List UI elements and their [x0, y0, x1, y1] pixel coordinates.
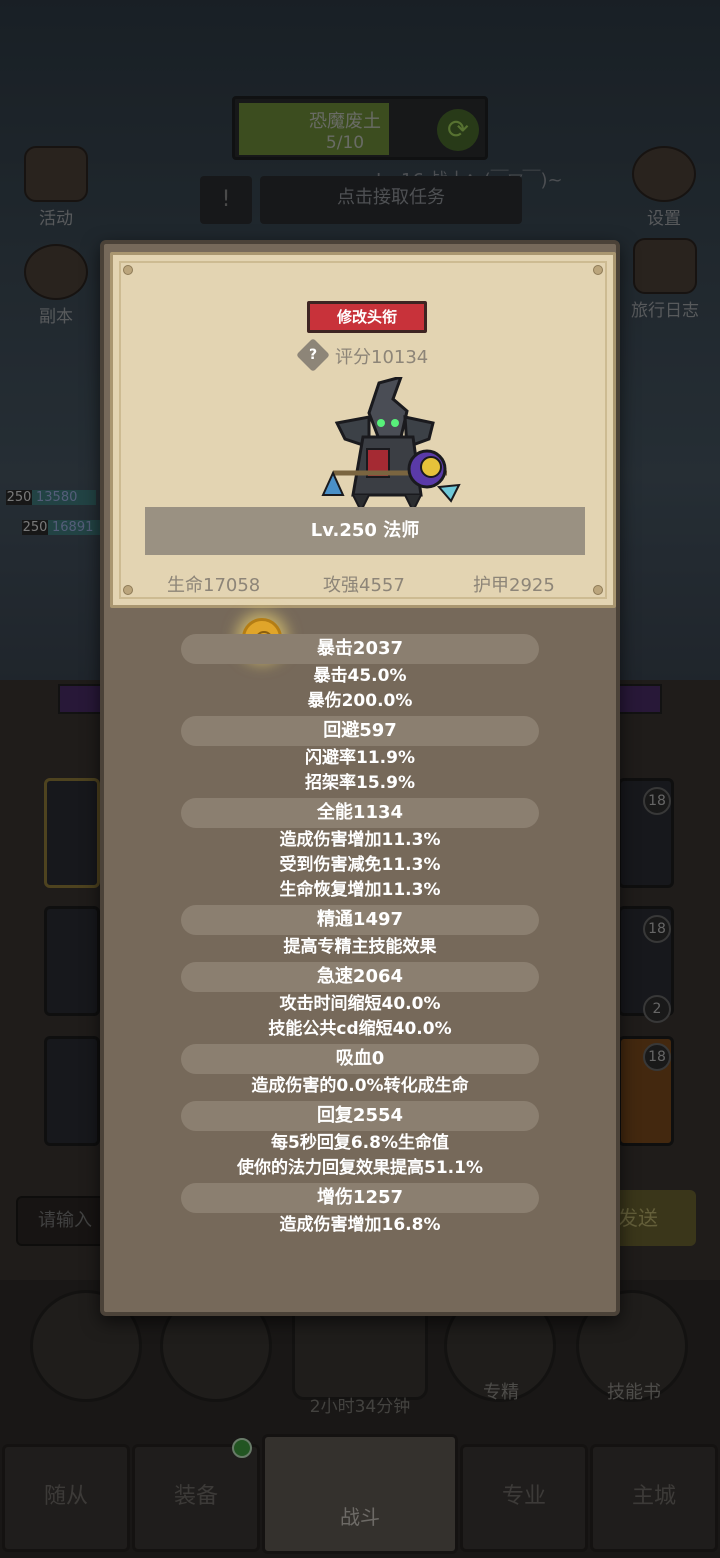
stat-heading: 吸血0: [181, 1044, 539, 1074]
hp-stat: 生命17058: [167, 575, 261, 596]
stat-line: 受到伤害减免11.3%: [279, 855, 441, 875]
help-icon[interactable]: ?: [296, 338, 330, 372]
stat-group-avoidance: 回避597 闪避率11.9% 招架率15.9%: [104, 716, 616, 796]
stat-line: 生命恢复增加11.3%: [279, 880, 441, 900]
score-text: 评分10134: [335, 347, 429, 368]
attack-stat: 攻强4557: [323, 575, 405, 596]
character-card: 修改头衔 ? 评分10134 Lv.250 法师 生命17058 攻强4557 …: [110, 252, 616, 608]
stat-group-crit: 暴击2037 暴击45.0% 暴伤200.0%: [104, 634, 616, 714]
stat-line: 每5秒回复6.8%生命值: [271, 1133, 449, 1153]
character-stats-panel: 修改头衔 ? 评分10134 Lv.250 法师 生命17058 攻强4557 …: [100, 240, 620, 1316]
stat-line: 造成伤害增加11.3%: [279, 830, 441, 850]
stat-group-regen: 回复2554 每5秒回复6.8%生命值 使你的法力回复效果提高51.1%: [104, 1101, 616, 1181]
rivet: [593, 265, 603, 275]
mage-character-sprite: [321, 377, 461, 514]
stat-line: 使你的法力回复效果提高51.1%: [237, 1158, 483, 1178]
stat-heading: 回复2554: [181, 1101, 539, 1131]
stat-group-versatility: 全能1134 造成伤害增加11.3% 受到伤害减免11.3% 生命恢复增加11.…: [104, 798, 616, 903]
stat-line: 招架率15.9%: [305, 773, 415, 793]
stat-heading: 增伤1257: [181, 1183, 539, 1213]
rivet: [123, 265, 133, 275]
help-glyph: ?: [308, 347, 318, 363]
stat-heading: 精通1497: [181, 905, 539, 935]
stat-heading: 急速2064: [181, 962, 539, 992]
stat-line: 暴伤200.0%: [307, 691, 413, 711]
stat-heading: 回避597: [181, 716, 539, 746]
stat-line: 技能公共cd缩短40.0%: [268, 1019, 452, 1039]
stat-line: 提高专精主技能效果: [283, 937, 437, 957]
stat-line: 攻击时间缩短40.0%: [279, 994, 441, 1014]
stat-group-lifesteal: 吸血0 造成伤害的0.0%转化成生命: [104, 1044, 616, 1099]
stat-line: 闪避率11.9%: [305, 748, 415, 768]
stat-line: 造成伤害的0.0%转化成生命: [251, 1076, 469, 1096]
armor-stat: 护甲2925: [473, 575, 555, 596]
stat-heading: 暴击2037: [181, 634, 539, 664]
stat-line: 造成伤害增加16.8%: [279, 1215, 441, 1235]
stat-details-list: 暴击2037 暴击45.0% 暴伤200.0% 回避597 闪避率11.9% 招…: [104, 634, 616, 1240]
level-class-ribbon: Lv.250 法师: [145, 507, 585, 555]
rivet: [123, 585, 133, 595]
stat-heading: 全能1134: [181, 798, 539, 828]
rivet: [593, 585, 603, 595]
edit-title-button[interactable]: 修改头衔: [307, 301, 427, 333]
stat-group-haste: 急速2064 攻击时间缩短40.0% 技能公共cd缩短40.0%: [104, 962, 616, 1042]
stat-group-damage-bonus: 增伤1257 造成伤害增加16.8%: [104, 1183, 616, 1238]
stat-line: 暴击45.0%: [313, 666, 407, 686]
stat-group-mastery: 精通1497 提高专精主技能效果: [104, 905, 616, 960]
